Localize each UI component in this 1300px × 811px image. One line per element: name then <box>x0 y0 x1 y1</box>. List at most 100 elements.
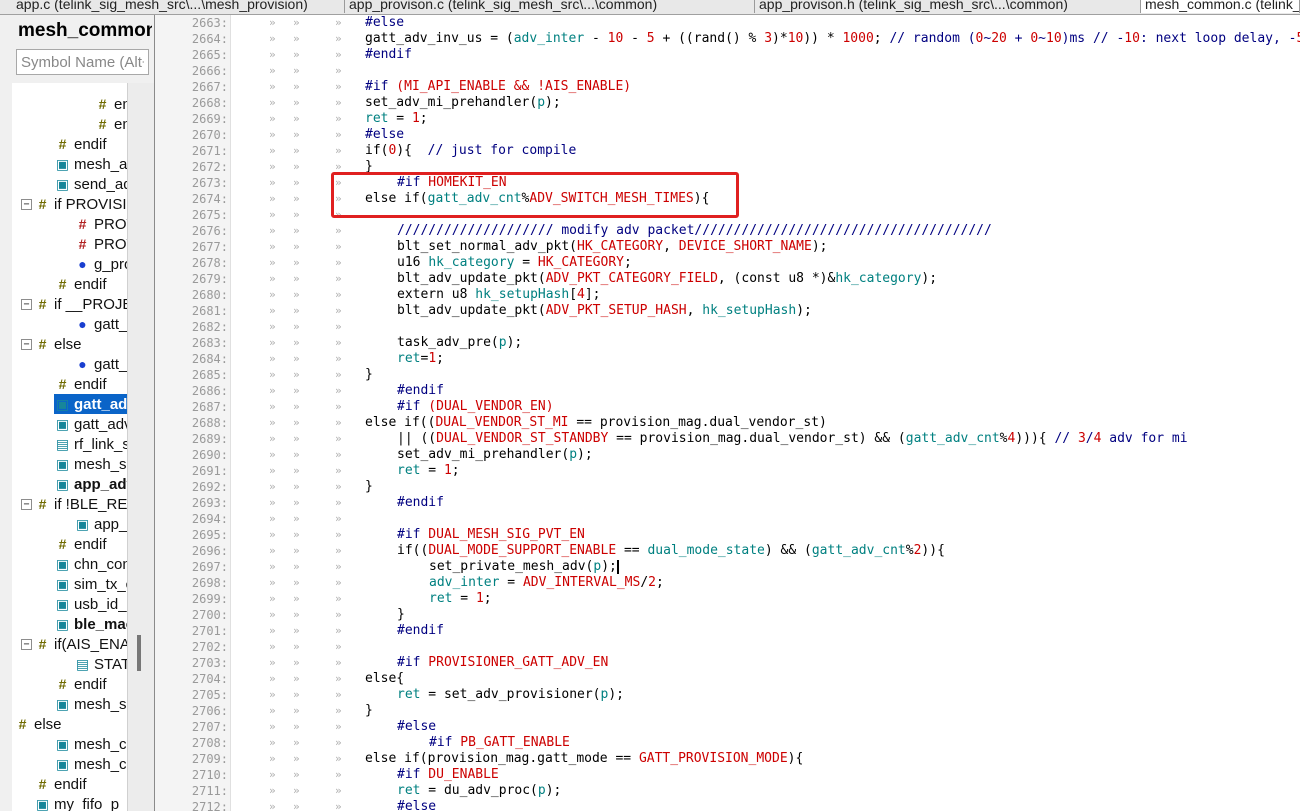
code-line[interactable]: 2678: » » » u16 hk_category = HK_CATEGORY; <box>155 255 1300 271</box>
tab-mesh-common-c[interactable]: mesh_common.c (telink_sig_mesh_src\...\c… <box>1141 0 1300 13</box>
symbol-tree-item[interactable]: # PROVISIONER_GATT <box>74 214 127 234</box>
symbol-tree-item[interactable]: ▣send_adv_pkt <box>54 174 127 194</box>
symbol-tree-item[interactable]: ▣sim_tx_cmd <box>54 574 127 594</box>
indent-guide-icon: » <box>293 192 300 205</box>
code-text: if((DUAL_MODE_SUPPORT_ENABLE == dual_mod… <box>397 543 945 558</box>
code-line[interactable]: 2690: » » » set_adv_mi_prehandler(p); <box>155 447 1300 463</box>
symbol-tree-item[interactable]: # endif <box>94 94 127 114</box>
symbol-tree-item[interactable]: # else <box>34 334 127 354</box>
code-line[interactable]: 2708: » » » #if PB_GATT_ENABLE <box>155 735 1300 751</box>
code-line[interactable]: 2680: » » » extern u8 hk_setupHash[4]; <box>155 287 1300 303</box>
code-line[interactable]: 2687: » » » #if (DUAL_VENDOR_EN) <box>155 399 1300 415</box>
code-line[interactable]: 2711: » » » ret = du_adv_proc(p); <box>155 783 1300 799</box>
symbol-tree-item[interactable]: ● gatt_adv_cnt <box>74 354 127 374</box>
symbol-tree-item[interactable]: # if PROVISIONER <box>34 194 127 214</box>
code-line[interactable]: 2667: » » » #if (MI_API_ENABLE && !AIS_ENABL… <box>155 79 1300 95</box>
collapse-toggle-icon[interactable]: − <box>21 339 32 350</box>
tab-app-provison-h[interactable]: app_provison.h (telink_sig_mesh_src\...\… <box>755 0 1141 13</box>
symbol-tree-item[interactable]: ▤STATIC_ASSERT <box>74 654 127 674</box>
code-line[interactable]: 2705: » » » ret = set_adv_provisioner(p); <box>155 687 1300 703</box>
symbol-tree-item[interactable]: # endif <box>54 134 127 154</box>
symbol-tree-item[interactable]: ● g_provision <box>74 254 127 274</box>
code-editor[interactable]: 2663: » » » #else 2664: » » » gatt_adv_inv_us = (… <box>155 15 1300 811</box>
symbol-tree-item[interactable]: # PROVISIONER_EN <box>74 234 127 254</box>
symbol-tree-scrollbar[interactable] <box>127 83 154 811</box>
code-line[interactable]: 2695: » » » #if DUAL_MESH_SIG_PVT_EN <box>155 527 1300 543</box>
code-line[interactable]: 2686: » » » #endif <box>155 383 1300 399</box>
tab-app-c[interactable]: app.c (telink_sig_mesh_src\...\mesh_prov… <box>12 0 345 13</box>
symbol-tree-item[interactable]: ▣ble_mac_init <box>54 614 127 634</box>
scrollbar-thumb[interactable] <box>137 635 141 671</box>
symbol-tree-item[interactable]: # endif <box>54 674 127 694</box>
collapse-toggle-icon[interactable]: − <box>21 199 32 210</box>
symbol-tree-item[interactable]: ▣ my_fifo_p <box>34 794 127 811</box>
code-line[interactable]: 2663: » » » #else <box>155 15 1300 31</box>
code-line[interactable]: 2664: » » » gatt_adv_inv_us = (adv_inter - 1… <box>155 31 1300 47</box>
code-line[interactable]: 2670: » » » #else <box>155 127 1300 143</box>
symbol-tree-item[interactable]: ▣mesh_conn <box>54 754 127 774</box>
symbol-tree[interactable]: #endif#endif#endif▣mesh_adv_txrx_to_self… <box>12 83 127 811</box>
symbol-tree-item[interactable]: # endif <box>54 274 127 294</box>
code-line[interactable]: 2666: » » » <box>155 63 1300 79</box>
code-line[interactable]: 2683: » » » task_adv_pre(p); <box>155 335 1300 351</box>
code-line[interactable]: 2701: » » » #endif <box>155 623 1300 639</box>
collapse-toggle-icon[interactable]: − <box>21 499 32 510</box>
code-line[interactable]: 2704: » » » else{ <box>155 671 1300 687</box>
code-line[interactable]: 2681: » » » blt_adv_update_pkt(ADV_PKT_SETUP… <box>155 303 1300 319</box>
code-line[interactable]: 2688: » » » else if((DUAL_VENDOR_ST_MI == pr… <box>155 415 1300 431</box>
symbol-tree-item[interactable]: ▣app_advertise <box>54 474 127 494</box>
symbol-search-input[interactable] <box>16 49 149 75</box>
code-line[interactable]: 2694: » » » <box>155 511 1300 527</box>
collapse-toggle-icon[interactable]: − <box>21 639 32 650</box>
code-line[interactable]: 2709: » » » else if(provision_mag.gatt_mode … <box>155 751 1300 767</box>
symbol-tree-item[interactable]: ▣app_adv <box>74 514 127 534</box>
code-line[interactable]: 2702: » » » <box>155 639 1300 655</box>
code-line[interactable]: 2706: » » »} <box>155 703 1300 719</box>
code-line[interactable]: 2676: » » » //////////////////// modify adv … <box>155 223 1300 239</box>
symbol-tree-item[interactable]: # if __PROJECT <box>34 294 127 314</box>
code-line[interactable]: 2697: » » » set_private_mesh_adv(p); <box>155 559 1300 575</box>
code-line[interactable]: 2682: » » » <box>155 319 1300 335</box>
code-line[interactable]: 2679: » » » blt_adv_update_pkt(ADV_PKT_CATEG… <box>155 271 1300 287</box>
code-line[interactable]: 2703: » » » #if PROVISIONER_GATT_ADV_EN <box>155 655 1300 671</box>
code-line[interactable]: 2684: » » » ret=1; <box>155 351 1300 367</box>
symbol-tree-item[interactable]: # endif <box>54 534 127 554</box>
code-line[interactable]: 2691: » » » ret = 1; <box>155 463 1300 479</box>
symbol-tree-item[interactable]: ▣mesh_adv_txrx_to_self_en <box>54 154 127 174</box>
code-line[interactable]: 2710: » » » #if DU_ENABLE <box>155 767 1300 783</box>
code-line[interactable]: 2677: » » » blt_set_normal_adv_pkt(HK_CATEGO… <box>155 239 1300 255</box>
code-line[interactable]: 2665: » » » #endif <box>155 47 1300 63</box>
symbol-tree-item[interactable]: ▤rf_link_slave <box>54 434 127 454</box>
code-line[interactable]: 2696: » » » if((DUAL_MODE_SUPPORT_ENABLE == … <box>155 543 1300 559</box>
symbol-tree-item-label: chn_conn_update <box>74 556 127 573</box>
tab-app-provison-c[interactable]: app_provison.c (telink_sig_mesh_src\...\… <box>345 0 755 13</box>
code-line[interactable]: 2669: » » » ret = 1; <box>155 111 1300 127</box>
symbol-tree-item[interactable]: # if !BLE_REMOTE <box>34 494 127 514</box>
code-line[interactable]: 2712: » » » #else <box>155 799 1300 811</box>
symbol-tree-item[interactable]: # endif <box>94 114 127 134</box>
code-line[interactable]: 2700: » » »} <box>155 607 1300 623</box>
indent-guide-icon: » <box>335 32 342 45</box>
symbol-tree-item[interactable]: ▣chn_conn_update <box>54 554 127 574</box>
code-line[interactable]: 2699: » » » ret = 1; <box>155 591 1300 607</box>
symbol-tree-item[interactable]: ▣mesh_send_adv <box>54 454 127 474</box>
symbol-tree-item[interactable]: ▣gatt_adv_send <box>54 394 127 414</box>
code-line[interactable]: 2685: » » »} <box>155 367 1300 383</box>
collapse-toggle-icon[interactable]: − <box>21 299 32 310</box>
symbol-tree-item[interactable]: ● gatt_adv_cnt <box>74 314 127 334</box>
symbol-tree-item[interactable]: # endif <box>34 774 127 794</box>
symbol-tree-item[interactable]: ▣mesh_scan <box>54 694 127 714</box>
code-line[interactable]: 2698: » » » adv_inter = ADV_INTERVAL_MS/2; <box>155 575 1300 591</box>
code-line[interactable]: 2689: » » » || ((DUAL_VENDOR_ST_STANDBY == p… <box>155 431 1300 447</box>
symbol-tree-item[interactable]: # else <box>14 714 127 734</box>
code-line[interactable]: 2693: » » » #endif <box>155 495 1300 511</box>
symbol-tree-item[interactable]: # endif <box>54 374 127 394</box>
symbol-tree-item[interactable]: # if(AIS_ENABLE) <box>34 634 127 654</box>
symbol-tree-item[interactable]: ▣gatt_adv_prepare <box>54 414 127 434</box>
code-line[interactable]: 2692: » » »} <box>155 479 1300 495</box>
code-line[interactable]: 2671: » » » if(0){ // just for compile <box>155 143 1300 159</box>
code-line[interactable]: 2707: » » » #else <box>155 719 1300 735</box>
symbol-tree-item[interactable]: ▣usb_id_init <box>54 594 127 614</box>
code-line[interactable]: 2668: » » » set_adv_mi_prehandler(p); <box>155 95 1300 111</box>
symbol-tree-item[interactable]: ▣mesh_conn <box>54 734 127 754</box>
